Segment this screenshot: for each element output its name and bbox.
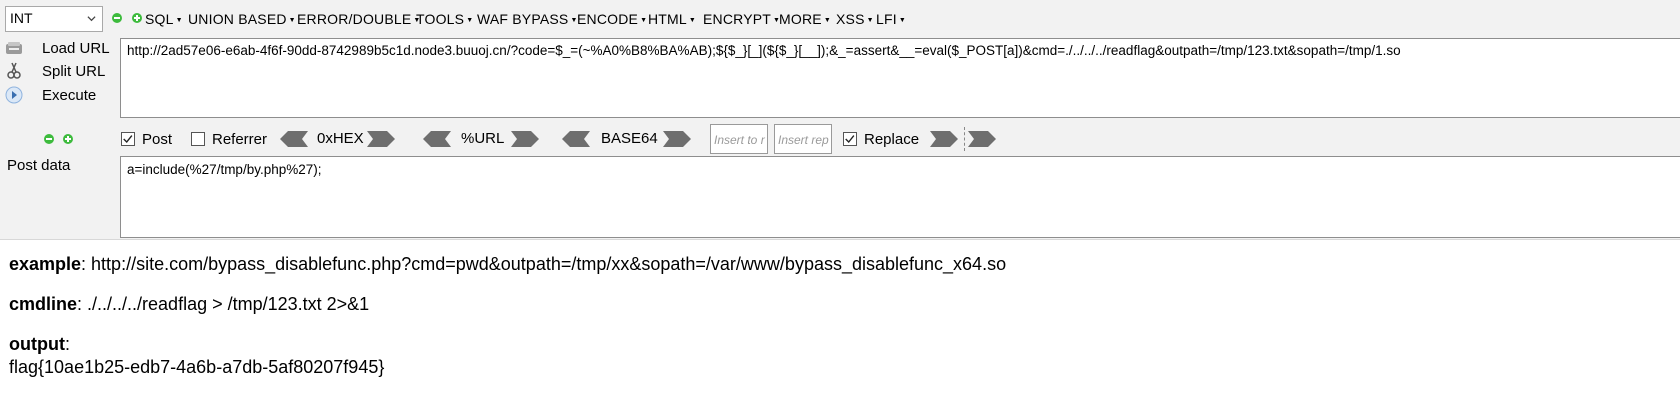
insert-replace-placeholder: Insert rep	[778, 133, 829, 147]
caret-down-icon: ▼	[640, 16, 648, 24]
cmdline-value: : ./../../../readflag > /tmp/123.txt 2>&…	[77, 294, 370, 314]
arrow-right-icon[interactable]	[511, 131, 539, 147]
cmdline-label: cmdline	[9, 294, 78, 314]
menu-tools[interactable]: TOOLS ▼	[416, 4, 473, 34]
menu-sql[interactable]: SQL ▼	[145, 4, 183, 34]
post-label: Post	[142, 130, 173, 148]
checkbox-checked-icon	[121, 132, 135, 146]
load-url-button[interactable]: Load URL	[4, 36, 110, 60]
output-line: output:	[9, 333, 70, 355]
insert-to-placeholder: Insert to r	[714, 133, 765, 147]
checkbox-checked-icon	[843, 132, 857, 146]
menu-encrypt[interactable]: ENCRYPT ▼	[703, 4, 780, 34]
plus-icon[interactable]	[63, 134, 73, 144]
checkbox-unchecked-icon	[191, 132, 205, 146]
caret-down-icon: ▼	[288, 16, 296, 24]
example-value: : http://site.com/bypass_disablefunc.php…	[81, 254, 1007, 274]
arrow-right-icon[interactable]	[968, 131, 996, 147]
example-line: example: http://site.com/bypass_disablef…	[9, 253, 1006, 275]
caret-down-icon: ▼	[688, 16, 697, 24]
caret-down-icon: ▼	[823, 16, 831, 24]
execute-label: Execute	[42, 86, 97, 104]
menu-label: ENCRYPT	[703, 11, 772, 27]
divider	[964, 127, 965, 151]
menu-html[interactable]: HTML ▼	[648, 4, 696, 34]
menu-label: MORE	[779, 11, 822, 27]
menu-label: TOOLS	[416, 11, 465, 27]
type-select-value: INT	[10, 10, 33, 26]
arrow-left-icon[interactable]	[423, 131, 451, 147]
minus-icon[interactable]	[112, 13, 122, 23]
replace-label: Replace	[864, 130, 920, 148]
caret-down-icon: ▼	[175, 16, 183, 24]
hackbar-panel: INT SQL ▼ UNION BASED ▼ ERROR/DOUBLE ▼ TOOL…	[0, 0, 1680, 240]
menu-label: HTML	[648, 11, 687, 27]
split-url-icon	[7, 62, 21, 79]
caret-down-icon: ▼	[466, 16, 474, 24]
type-select[interactable]: INT	[5, 6, 103, 32]
replace-checkbox[interactable]: Replace	[843, 130, 919, 148]
execute-icon	[5, 86, 23, 104]
options-bar: Post Referrer 0xHEX %URL BASE64 Insert t…	[0, 124, 1680, 154]
arrow-right-icon[interactable]	[663, 131, 691, 147]
execute-button[interactable]: Execute	[4, 83, 96, 107]
output-colon: :	[64, 334, 70, 354]
menu-label: LFI	[876, 11, 897, 27]
split-url-button[interactable]: Split URL	[4, 59, 105, 83]
menu-lfi[interactable]: LFI ▼	[876, 4, 906, 34]
url-field-value: http://2ad57e06-e6ab-4f6f-90dd-8742989b5…	[127, 43, 1401, 58]
hex-label: 0xHEX	[317, 130, 364, 147]
menu-union-based[interactable]: UNION BASED ▼	[188, 4, 296, 34]
post-data-field[interactable]: a=include(%27/tmp/by.php%27);	[120, 156, 1680, 238]
menu-waf-bypass[interactable]: WAF BYPASS ▼	[477, 4, 578, 34]
referrer-label: Referrer	[212, 130, 268, 148]
post-data-label: Post data	[7, 157, 71, 174]
post-checkbox[interactable]: Post	[121, 130, 172, 148]
load-url-icon	[6, 42, 22, 54]
menu-label: XSS	[836, 11, 865, 27]
menu-error-double[interactable]: ERROR/DOUBLE ▼	[297, 4, 421, 34]
referrer-checkbox[interactable]: Referrer	[191, 130, 267, 148]
arrow-right-icon[interactable]	[930, 131, 958, 147]
url-encode-label: %URL	[461, 130, 505, 147]
load-url-label: Load URL	[42, 39, 110, 57]
example-label: example	[9, 254, 82, 274]
base64-label: BASE64	[601, 130, 658, 147]
plus-icon[interactable]	[132, 13, 142, 23]
output-label: output	[9, 334, 65, 354]
menu-label: ENCODE	[577, 11, 639, 27]
menu-encode[interactable]: ENCODE ▼	[577, 4, 647, 34]
menu-xss[interactable]: XSS ▼	[836, 4, 874, 34]
caret-down-icon: ▼	[898, 16, 906, 24]
menu-more[interactable]: MORE ▼	[779, 4, 831, 34]
menu-label: WAF BYPASS	[477, 11, 569, 27]
arrow-left-icon[interactable]	[280, 131, 308, 147]
post-data-value: a=include(%27/tmp/by.php%27);	[127, 162, 322, 177]
menu-label: UNION BASED	[188, 11, 287, 27]
insert-to-input[interactable]: Insert to r	[710, 124, 768, 154]
url-field[interactable]: http://2ad57e06-e6ab-4f6f-90dd-8742989b5…	[120, 38, 1680, 118]
split-url-label: Split URL	[42, 62, 106, 80]
chevron-down-icon	[87, 16, 96, 22]
flag-text: flag{10ae1b25-edb7-4a6b-a7db-5af80207f94…	[9, 357, 385, 377]
caret-down-icon: ▼	[866, 16, 874, 24]
cmdline-line: cmdline: ./../../../readflag > /tmp/123.…	[9, 293, 369, 315]
arrow-left-icon[interactable]	[562, 131, 590, 147]
menu-bar: INT SQL ▼ UNION BASED ▼ ERROR/DOUBLE ▼ TOOL…	[0, 4, 1680, 34]
menu-label: SQL	[145, 11, 174, 27]
arrow-right-icon[interactable]	[367, 131, 395, 147]
minus-icon[interactable]	[44, 134, 54, 144]
menu-label: ERROR/DOUBLE	[297, 11, 412, 27]
insert-replace-input[interactable]: Insert rep	[774, 124, 832, 154]
